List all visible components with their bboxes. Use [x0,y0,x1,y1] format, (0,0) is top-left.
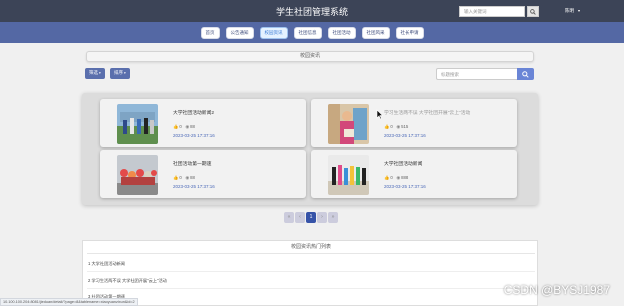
title-search-button[interactable] [517,68,534,80]
filter-button[interactable]: 筛选▾ [85,68,105,79]
search-icon [522,70,529,78]
hot-list: 校园资讯热门列表 1 大学社团活动新闻 2 学习生活两不误 大学社团开展"云上"… [82,240,538,306]
status-bar-url: 10.100.100.204:8081/jieduan/detail/?page… [0,298,138,306]
thumbs-up-icon: 👍 [384,175,390,180]
news-date: 2023-03-25 17:37:16 [173,133,215,138]
eye-icon: ◉ [185,175,190,180]
view-count: 515 [401,124,409,129]
user-name[interactable]: 陈明 [565,8,574,14]
top-bar: 学生社团管理系统 输入关键词 陈明 ▾ [0,0,624,22]
nav-campus-news[interactable]: 校园资讯 [259,26,288,39]
header-search-button[interactable] [527,6,539,17]
view-count: 88 [190,124,195,129]
news-card[interactable]: 大学社团活动新闻 👍0 ◉888 2023-03-25 17:37:16 [311,150,517,198]
nav-president-apply[interactable]: 社长申请 [395,26,424,39]
view-count: 88 [190,175,195,180]
main-nav: 首页 公告通知 校园资讯 社团信息 社团活动 社团风采 社长申请 [0,22,624,43]
news-stats: 👍0 ◉88 [173,175,195,181]
news-date: 2023-03-25 17:37:16 [384,133,426,138]
chevron-down-icon: ▾ [99,71,101,75]
news-title[interactable]: 学习生活两不误 大学社团开展"云上"活动 [384,109,470,116]
news-title[interactable]: 社团活动第一期速 [173,160,211,167]
eye-icon: ◉ [396,124,401,129]
prev-page-button[interactable]: ‹ [295,212,305,223]
hot-list-item[interactable]: 2 学习生活两不误 大学社团开展"云上"活动 [88,278,167,284]
news-thumbnail[interactable] [117,104,158,144]
thumbs-up-icon: 👍 [173,124,179,129]
news-stats: 👍0 ◉88 [173,124,195,130]
news-date: 2023-03-25 17:37:16 [173,184,215,189]
news-thumbnail[interactable] [117,155,158,195]
thumbs-up-icon: 👍 [173,175,179,180]
news-stats: 👍0 ◉515 [384,124,408,130]
first-page-button[interactable]: « [284,212,294,223]
nav-club-activities[interactable]: 社团活动 [327,26,356,39]
news-title[interactable]: 大学社团活动新闻 [384,160,422,167]
eye-icon: ◉ [185,124,190,129]
divider [87,271,535,272]
news-thumbnail[interactable] [328,155,369,195]
like-count: 0 [179,124,182,129]
nav-home[interactable]: 首页 [200,26,220,39]
chevron-down-icon: ▾ [124,71,126,75]
news-card[interactable]: 大学社团活动新闻2 👍0 ◉88 2023-03-25 17:37:16 [100,99,306,147]
chevron-down-icon[interactable]: ▾ [578,8,580,13]
eye-icon: ◉ [396,175,401,180]
watermark: CSDN @BYSJ1987 [503,283,610,297]
filter-label: 筛选 [89,70,98,75]
title-search-input[interactable]: 标题搜索 [436,68,518,80]
like-count: 0 [179,175,182,180]
page-number-button[interactable]: 1 [306,212,316,223]
hot-list-title: 校园资讯热门列表 [290,244,331,250]
nav-announcements[interactable]: 公告通知 [225,26,254,39]
page-title: 校园资讯 [86,51,534,62]
news-date: 2023-03-25 17:37:16 [384,184,426,189]
divider [87,253,535,254]
news-thumbnail[interactable] [328,104,369,144]
header-search-input[interactable]: 输入关键词 [459,6,525,17]
news-title[interactable]: 大学社团活动新闻2 [173,109,214,116]
news-list: 大学社团活动新闻2 👍0 ◉88 2023-03-25 17:37:16 学习生… [82,93,538,205]
last-page-button[interactable]: » [328,212,338,223]
mouse-cursor-icon [376,109,383,120]
sort-button[interactable]: 排序▾ [110,68,130,79]
nav-club-info[interactable]: 社团信息 [293,26,322,39]
news-card[interactable]: 社团活动第一期速 👍0 ◉88 2023-03-25 17:37:16 [100,150,306,198]
like-count: 0 [390,175,393,180]
thumbs-up-icon: 👍 [384,124,390,129]
sort-label: 排序 [114,70,123,75]
news-card[interactable]: 学习生活两不误 大学社团开展"云上"活动 👍0 ◉515 2023-03-25 … [311,99,517,147]
next-page-button[interactable]: › [317,212,327,223]
nav-club-showcase[interactable]: 社团风采 [361,26,390,39]
search-icon [530,8,536,15]
news-stats: 👍0 ◉888 [384,175,408,181]
view-count: 888 [401,175,409,180]
pagination: « ‹ 1 › » [284,212,338,223]
hot-list-item[interactable]: 1 大学社团活动新闻 [88,261,125,267]
divider [87,288,535,289]
like-count: 0 [390,124,393,129]
